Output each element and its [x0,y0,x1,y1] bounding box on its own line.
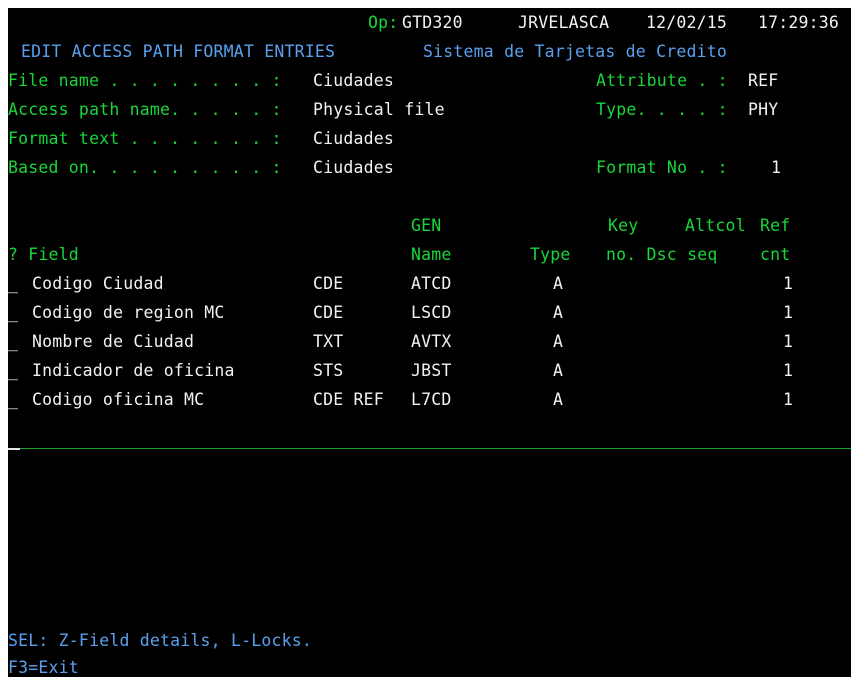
row-gen-name: L7CD [411,390,452,409]
column-type: Type [530,245,571,264]
row-ref-cnt: 1 [783,303,794,322]
column-field: ? Field [8,245,79,264]
row-type: A [553,361,564,380]
current-time: 17:29:36 [758,13,840,32]
row-usage: CDE REF [313,390,384,409]
row-type: A [553,390,564,409]
format-no-label: Format No . : [596,158,728,177]
row-field-name: Codigo Ciudad [32,274,164,293]
row-select-input[interactable]: _ [8,356,18,385]
row-gen-name: ATCD [411,274,452,293]
row-gen-name: LSCD [411,303,452,322]
row-field-name: Indicador de oficina [32,361,235,380]
access-path-value: Physical file [313,100,445,119]
screen-title: EDIT ACCESS PATH FORMAT ENTRIES [21,42,336,61]
file-name-value: Ciudades [313,71,395,90]
row-field-name: Nombre de Ciudad [32,332,195,351]
file-name-label: File name . . . . . . . . : [8,71,282,90]
column-key: Key [608,216,639,235]
row-field-name: Codigo oficina MC [32,390,205,409]
selection-help-text: SEL: Z-Field details, L-Locks. [8,631,313,650]
subfile-divider [8,448,851,449]
column-no-dsc-seq: no. Dsc seq [606,245,718,264]
access-path-label: Access path name. . . . . : [8,100,282,119]
row-ref-cnt: 1 [783,361,794,380]
current-date: 12/02/15 [646,13,728,32]
program-name: GTD320 [402,13,463,32]
type-label: Type. . . . : [596,100,728,119]
row-select-input[interactable]: _ [8,269,18,298]
row-usage: CDE [313,303,344,322]
column-ref: Ref [760,216,791,235]
row-field-name: Codigo de region MC [32,303,225,322]
row-usage: CDE [313,274,344,293]
row-select-input[interactable]: _ [8,327,18,356]
op-label: Op: [368,13,399,32]
row-gen-name: JBST [411,361,452,380]
row-type: A [553,303,564,322]
column-gen: GEN [411,216,442,235]
system-title: Sistema de Tarjetas de Credito [423,42,728,61]
row-select-input[interactable]: _ [8,298,18,327]
type-value: PHY [748,100,779,119]
row-ref-cnt: 1 [783,274,794,293]
user-name: JRVELASCA [518,13,610,32]
row-select-input[interactable]: _ [8,385,18,414]
column-cnt: cnt [760,245,791,264]
attribute-label: Attribute . : [596,71,728,90]
function-key-exit[interactable]: F3=Exit [8,653,79,677]
row-type: A [553,274,564,293]
input-cursor[interactable] [8,448,20,450]
row-ref-cnt: 1 [783,390,794,409]
based-on-value: Ciudades [313,158,395,177]
column-name: Name [411,245,452,264]
row-usage: STS [313,361,344,380]
based-on-label: Based on. . . . . . . . . : [8,158,282,177]
row-usage: TXT [313,332,344,351]
format-text-label: Format text . . . . . . . : [8,129,282,148]
row-gen-name: AVTX [411,332,452,351]
format-text-value: Ciudades [313,129,395,148]
row-ref-cnt: 1 [783,332,794,351]
row-type: A [553,332,564,351]
attribute-value: REF [748,71,779,90]
terminal-screen: Op: GTD320 JRVELASCA 12/02/15 17:29:36 E… [8,8,851,677]
column-altcol: Altcol [685,216,746,235]
format-no-value: 1 [771,158,782,177]
